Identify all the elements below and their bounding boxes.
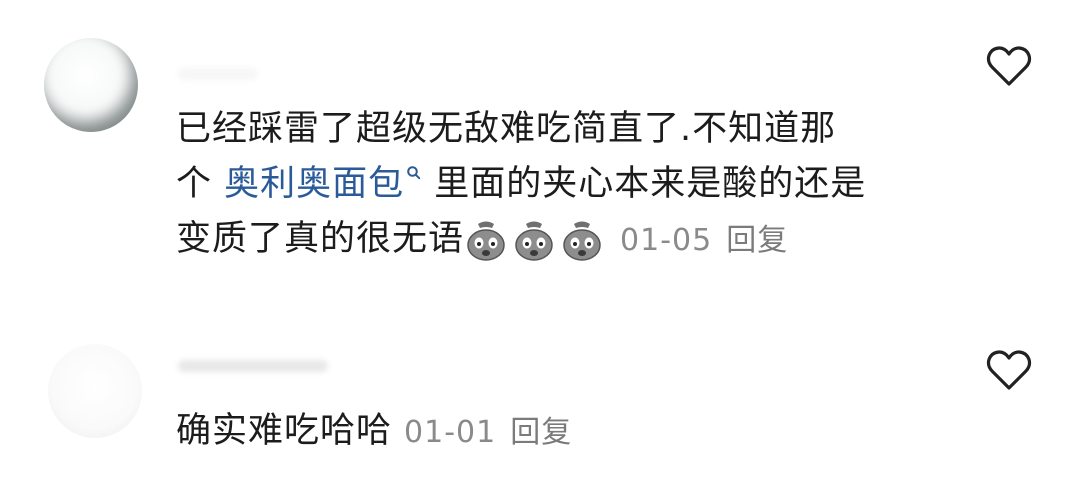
grumpy-face-emoji-icon bbox=[467, 221, 505, 261]
comment-text-fragment: 确实难吃哈哈 bbox=[176, 411, 393, 451]
comment-line: 个 奥利奥面包 里面的夹心本来是酸的还是 bbox=[176, 157, 936, 212]
comment-item: 已经踩雷了超级无敌难吃简直了.不知道那 个 奥利奥面包 里面的夹心本来是酸的还是… bbox=[0, 0, 1080, 300]
grumpy-face-emoji-icon bbox=[563, 221, 601, 261]
comment-timestamp: 01-05 bbox=[620, 223, 713, 258]
comment-line: 已经踩雷了超级无敌难吃简直了.不知道那 bbox=[176, 109, 837, 149]
comment-timestamp: 01-01 bbox=[404, 415, 497, 450]
comment-item: 确实难吃哈哈 01-01 回复 bbox=[0, 330, 1080, 494]
avatar[interactable] bbox=[48, 344, 142, 438]
comment-line: 确实难吃哈哈 01-01 回复 bbox=[176, 404, 936, 460]
comment-text-fragment: 变质了真的很无语 bbox=[176, 219, 465, 259]
comment-text-fragment: 里面的夹心本来是酸的还是 bbox=[422, 164, 867, 204]
comment-line: 变质了真的很无语 01-05 回复 bbox=[176, 212, 936, 268]
avatar[interactable] bbox=[44, 38, 138, 132]
keyword-search-link[interactable]: 奥利奥面包 bbox=[224, 157, 422, 212]
grumpy-face-emoji-icon bbox=[515, 221, 553, 261]
heart-outline-icon[interactable] bbox=[985, 348, 1033, 392]
username-blurred[interactable] bbox=[178, 68, 258, 80]
comment-text: 确实难吃哈哈 01-01 回复 bbox=[176, 404, 936, 460]
reply-button[interactable]: 回复 bbox=[726, 223, 788, 258]
search-icon bbox=[407, 166, 421, 180]
heart-outline-icon[interactable] bbox=[985, 44, 1033, 88]
comment-text-fragment: 个 bbox=[176, 164, 225, 204]
username-blurred[interactable] bbox=[178, 360, 328, 372]
keyword-link-label[interactable]: 奥利奥面包 bbox=[224, 157, 404, 212]
comment-text: 已经踩雷了超级无敌难吃简直了.不知道那 个 奥利奥面包 里面的夹心本来是酸的还是… bbox=[176, 102, 936, 268]
reply-button[interactable]: 回复 bbox=[510, 415, 572, 450]
